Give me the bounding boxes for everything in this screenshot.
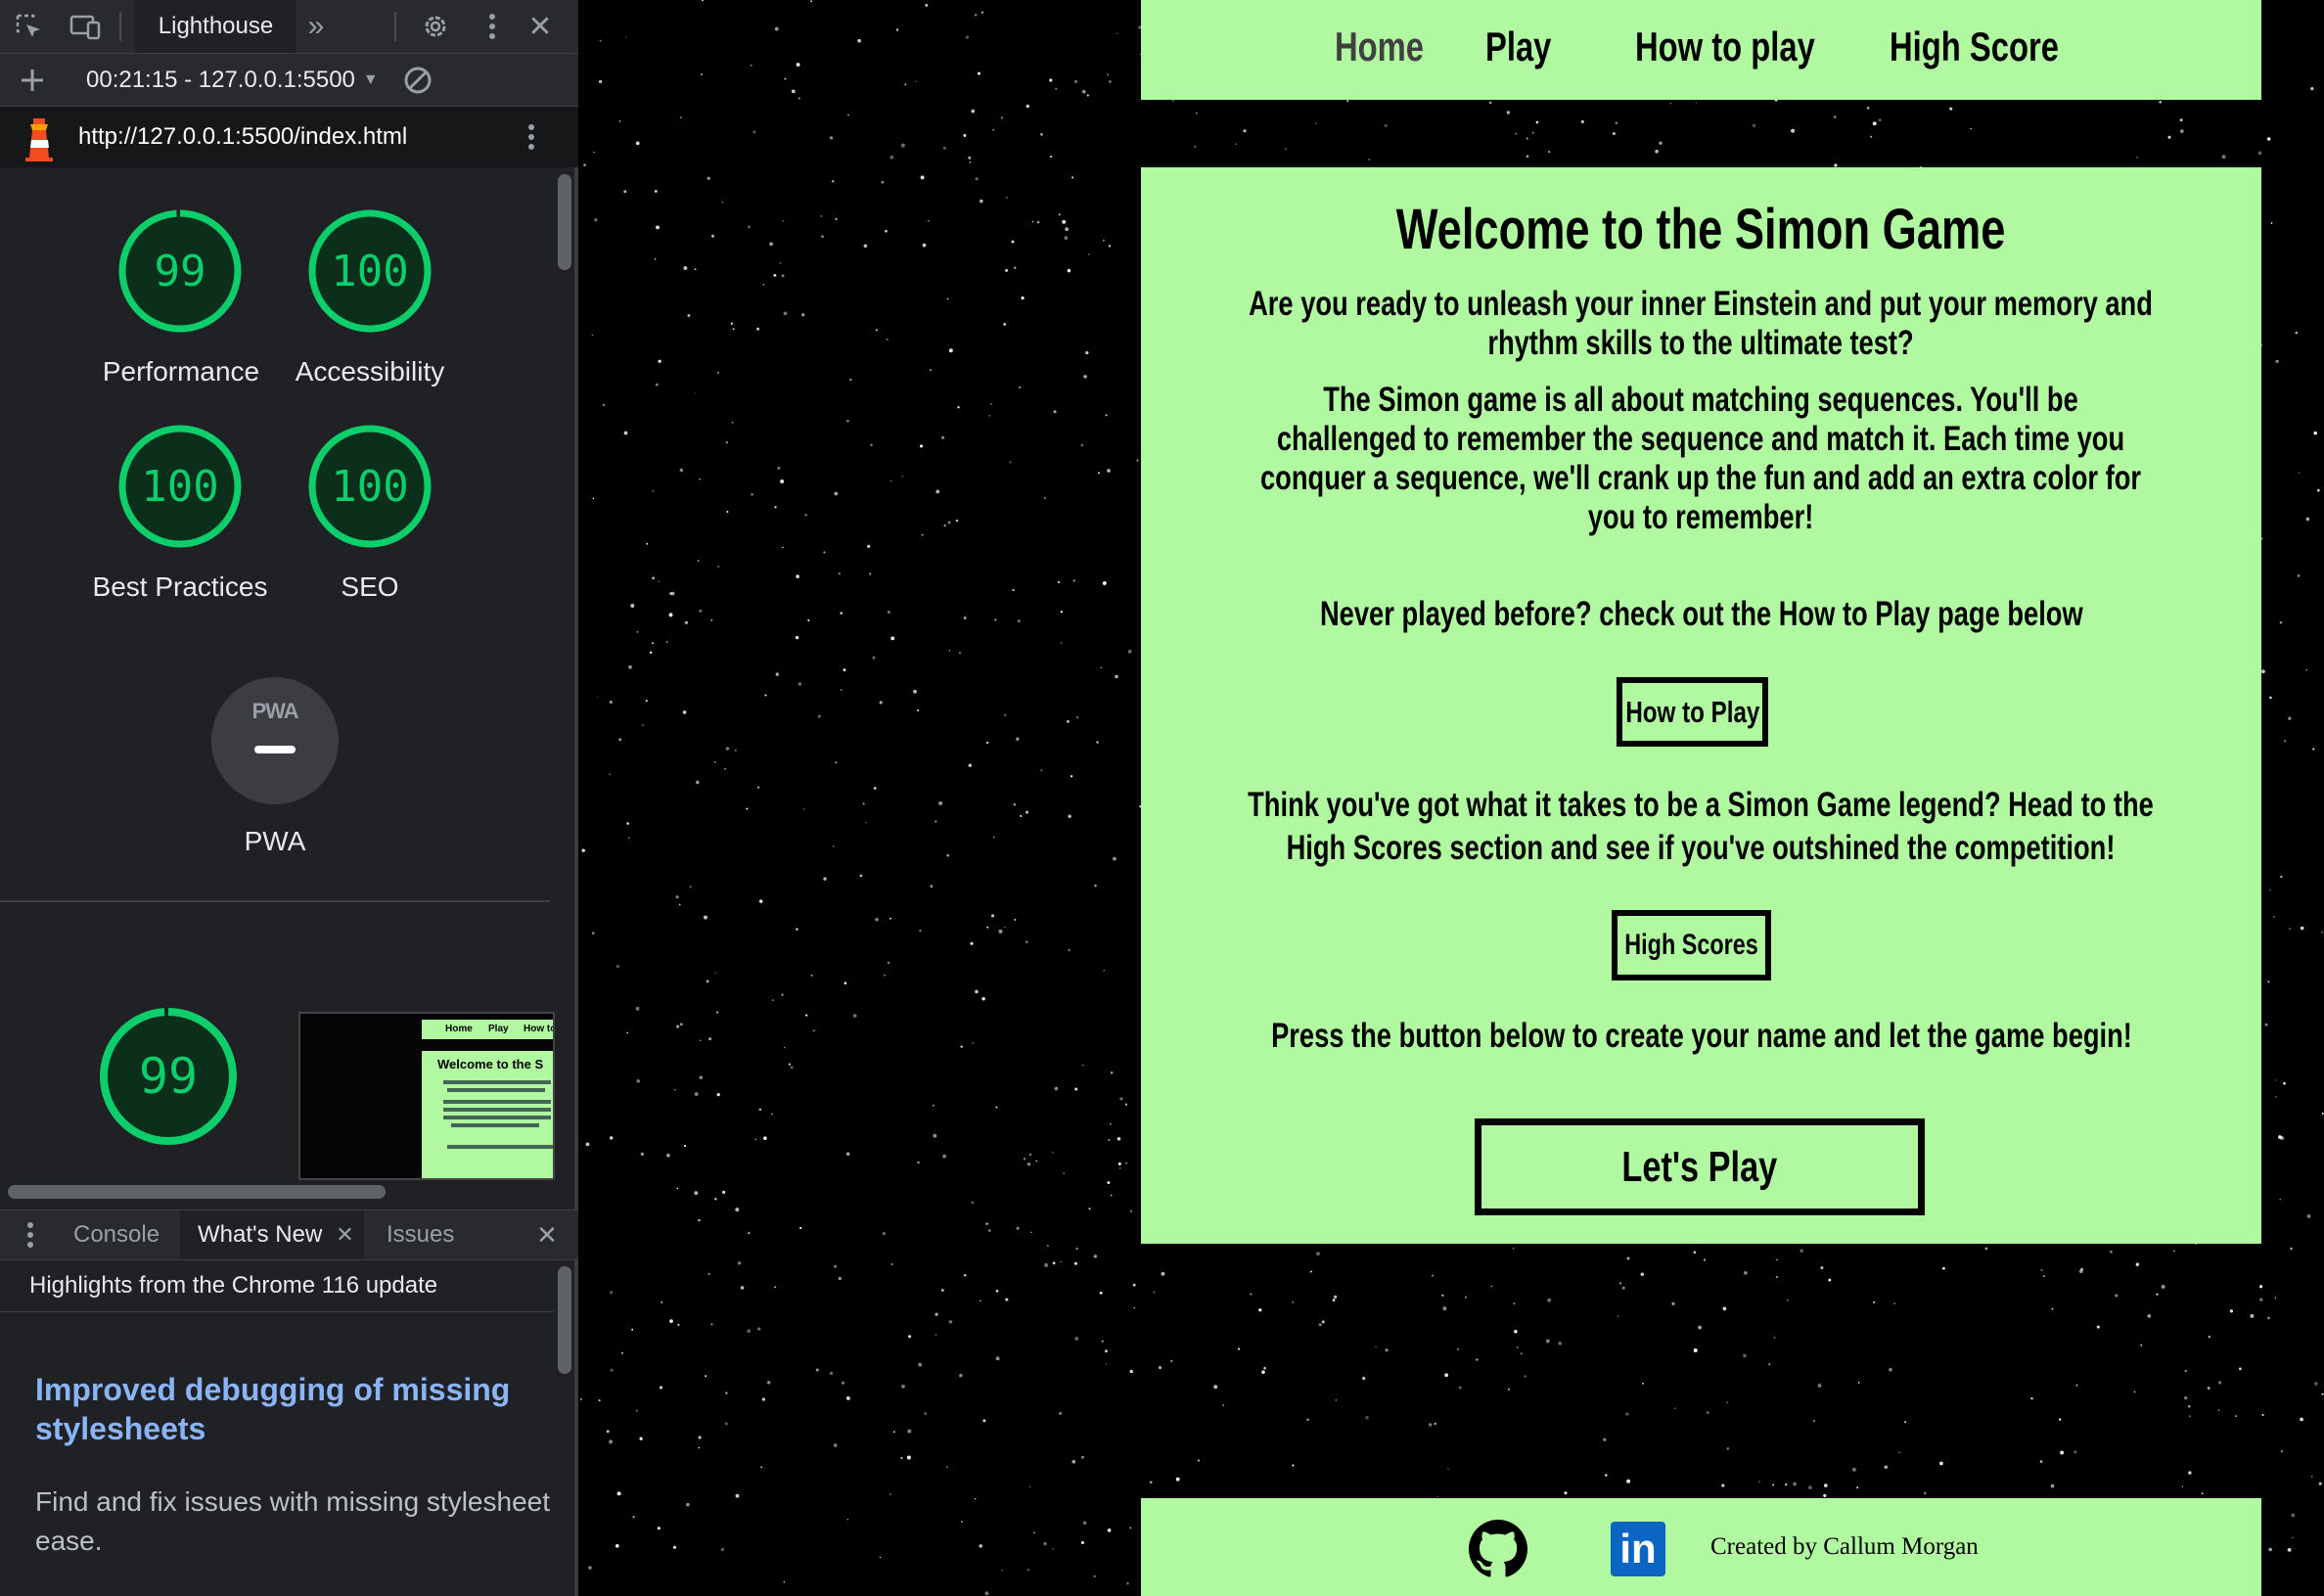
- summary-performance-gauge[interactable]: 99: [97, 1005, 240, 1148]
- seo-gauge[interactable]: 100: [306, 423, 433, 550]
- performance-gauge[interactable]: 99: [116, 207, 244, 335]
- tab-whats-new[interactable]: What's New ✕: [180, 1210, 364, 1259]
- best-practices-score: 100: [141, 461, 219, 512]
- footer-credit: Created by Callum Morgan: [1710, 1533, 1979, 1560]
- pwa-badge-text: PWA: [251, 699, 298, 723]
- seo-score: 100: [331, 461, 409, 512]
- press-text: Press the button below to create your na…: [1141, 1017, 2261, 1056]
- nav-high-score-link[interactable]: High Score: [1890, 23, 2059, 70]
- page-title: Welcome to the Simon Game: [1141, 197, 2261, 262]
- close-devtools-icon[interactable]: ✕: [524, 8, 557, 45]
- thumbnail-nav-home: Home: [445, 1024, 473, 1034]
- inspect-element-icon[interactable]: [14, 12, 45, 43]
- settings-gear-icon[interactable]: [419, 10, 452, 43]
- more-tabs-icon[interactable]: »: [299, 8, 333, 45]
- top-navigation: Home Play How to play High Score: [1141, 0, 2261, 100]
- article-title-link[interactable]: Improved debugging of missing stylesheet…: [35, 1370, 544, 1448]
- how-to-play-button[interactable]: How to Play: [1617, 677, 1768, 747]
- page-title-text: Welcome to the Simon Game: [1396, 198, 2006, 261]
- tab-lighthouse-label: Lighthouse: [158, 13, 274, 39]
- drawer-tabbar: Console What's New ✕ Issues ✕: [0, 1209, 578, 1260]
- kebab-menu-icon[interactable]: [478, 10, 507, 43]
- best-practices-label: Best Practices: [92, 571, 268, 602]
- article-body: Find and fix issues with missing stylesh…: [35, 1486, 550, 1556]
- whats-new-header-text: Highlights from the Chrome 116 update: [29, 1272, 438, 1299]
- intro-text: Are you ready to unleash your inner Eins…: [1239, 285, 2164, 363]
- close-drawer-icon[interactable]: ✕: [530, 1218, 564, 1252]
- best-practices-gauge[interactable]: 100: [116, 423, 244, 550]
- pwa-dash-icon: [254, 746, 296, 753]
- audited-url: http://127.0.0.1:5500/index.html: [78, 123, 408, 150]
- drawer-scrollbar[interactable]: [558, 1266, 571, 1374]
- description-text-content: The Simon game is all about matching seq…: [1259, 381, 2141, 536]
- simon-game-page: Home Play How to play High Score Welcome…: [580, 0, 2324, 1596]
- press-text-content: Press the button below to create your na…: [1270, 1017, 2132, 1055]
- report-menu-icon[interactable]: [517, 120, 546, 154]
- device-toolbar-icon[interactable]: [68, 12, 102, 43]
- description-text: The Simon game is all about matching seq…: [1239, 381, 2164, 537]
- nav-how-to-play-link[interactable]: How to play: [1635, 23, 1815, 70]
- legend-text: Think you've got what it takes to be a S…: [1229, 784, 2173, 870]
- lets-play-button[interactable]: Let's Play: [1475, 1118, 1925, 1215]
- never-played-text-content: Never played before? check out the How t…: [1319, 595, 2083, 633]
- thumbnail-nav-play: Play: [488, 1024, 509, 1034]
- github-icon[interactable]: [1469, 1520, 1527, 1583]
- pwa-label: PWA: [244, 826, 306, 856]
- legend-text-content: Think you've got what it takes to be a S…: [1248, 786, 2154, 867]
- never-played-text: Never played before? check out the How t…: [1141, 595, 2261, 634]
- report-selector[interactable]: 00:21:15 - 127.0.0.1:5500 ▼: [86, 54, 379, 106]
- linkedin-icon[interactable]: in: [1611, 1522, 1665, 1576]
- accessibility-gauge[interactable]: 100: [306, 207, 433, 335]
- accessibility-score: 100: [331, 246, 409, 296]
- whats-new-header: Highlights from the Chrome 116 update: [0, 1260, 554, 1312]
- toolbar-separator: [394, 12, 396, 41]
- linkedin-icon-text: in: [1619, 1526, 1657, 1572]
- clear-reports-icon[interactable]: [401, 64, 434, 97]
- page-thumbnail[interactable]: Home Play How to Welcome to the S: [298, 1012, 555, 1180]
- how-to-play-button-label: How to Play: [1624, 694, 1760, 729]
- devtools-toolbar: Lighthouse » ✕: [0, 0, 578, 54]
- close-tab-icon[interactable]: ✕: [336, 1222, 353, 1248]
- report-divider: [0, 900, 550, 902]
- report-scrollbar-horizontal[interactable]: [8, 1185, 386, 1199]
- lighthouse-report-bar: 00:21:15 - 127.0.0.1:5500 ▼: [0, 54, 578, 107]
- toolbar-separator: [119, 12, 121, 41]
- lets-play-button-label: Let's Play: [1621, 1142, 1778, 1191]
- lighthouse-logo-icon: [22, 116, 57, 166]
- report-scrollbar-vertical[interactable]: [558, 174, 571, 270]
- new-report-plus-icon[interactable]: [16, 64, 49, 97]
- tab-lighthouse[interactable]: Lighthouse: [135, 0, 296, 53]
- thumbnail-title: Welcome to the S: [437, 1057, 544, 1072]
- tab-issues[interactable]: Issues: [387, 1210, 454, 1259]
- chevron-down-icon: ▼: [362, 70, 379, 88]
- welcome-section: Welcome to the Simon Game Are you ready …: [1141, 167, 2261, 1244]
- thumbnail-main: Welcome to the S: [422, 1051, 553, 1178]
- performance-label: Performance: [102, 356, 260, 387]
- seo-label: SEO: [341, 571, 399, 602]
- high-scores-button[interactable]: High Scores: [1612, 910, 1771, 980]
- lighthouse-url-bar: http://127.0.0.1:5500/index.html: [0, 107, 578, 167]
- drawer-menu-icon[interactable]: [22, 1218, 39, 1252]
- summary-performance-score: 99: [138, 1048, 199, 1105]
- nav-home-link[interactable]: Home: [1335, 23, 1424, 70]
- accessibility-label: Accessibility: [295, 356, 445, 387]
- tab-whats-new-label: What's New: [198, 1221, 323, 1248]
- high-scores-button-label: High Scores: [1624, 929, 1758, 961]
- report-selector-label: 00:21:15 - 127.0.0.1:5500: [86, 66, 355, 93]
- thumbnail-nav: Home Play How to: [422, 1020, 555, 1039]
- nav-play-link[interactable]: Play: [1485, 23, 1551, 70]
- devtools-panel: Lighthouse » ✕ 00:21:15 - 127.0.0.1:5500…: [0, 0, 578, 1596]
- footer: in Created by Callum Morgan: [1141, 1498, 2261, 1596]
- tab-console[interactable]: Console: [73, 1210, 159, 1259]
- performance-score: 99: [154, 246, 206, 296]
- pwa-badge[interactable]: PWA: [211, 677, 339, 804]
- intro-text-content: Are you ready to unleash your inner Eins…: [1249, 285, 2153, 362]
- thumbnail-nav-howto: How to: [524, 1024, 555, 1034]
- devtools-border[interactable]: [574, 0, 578, 1596]
